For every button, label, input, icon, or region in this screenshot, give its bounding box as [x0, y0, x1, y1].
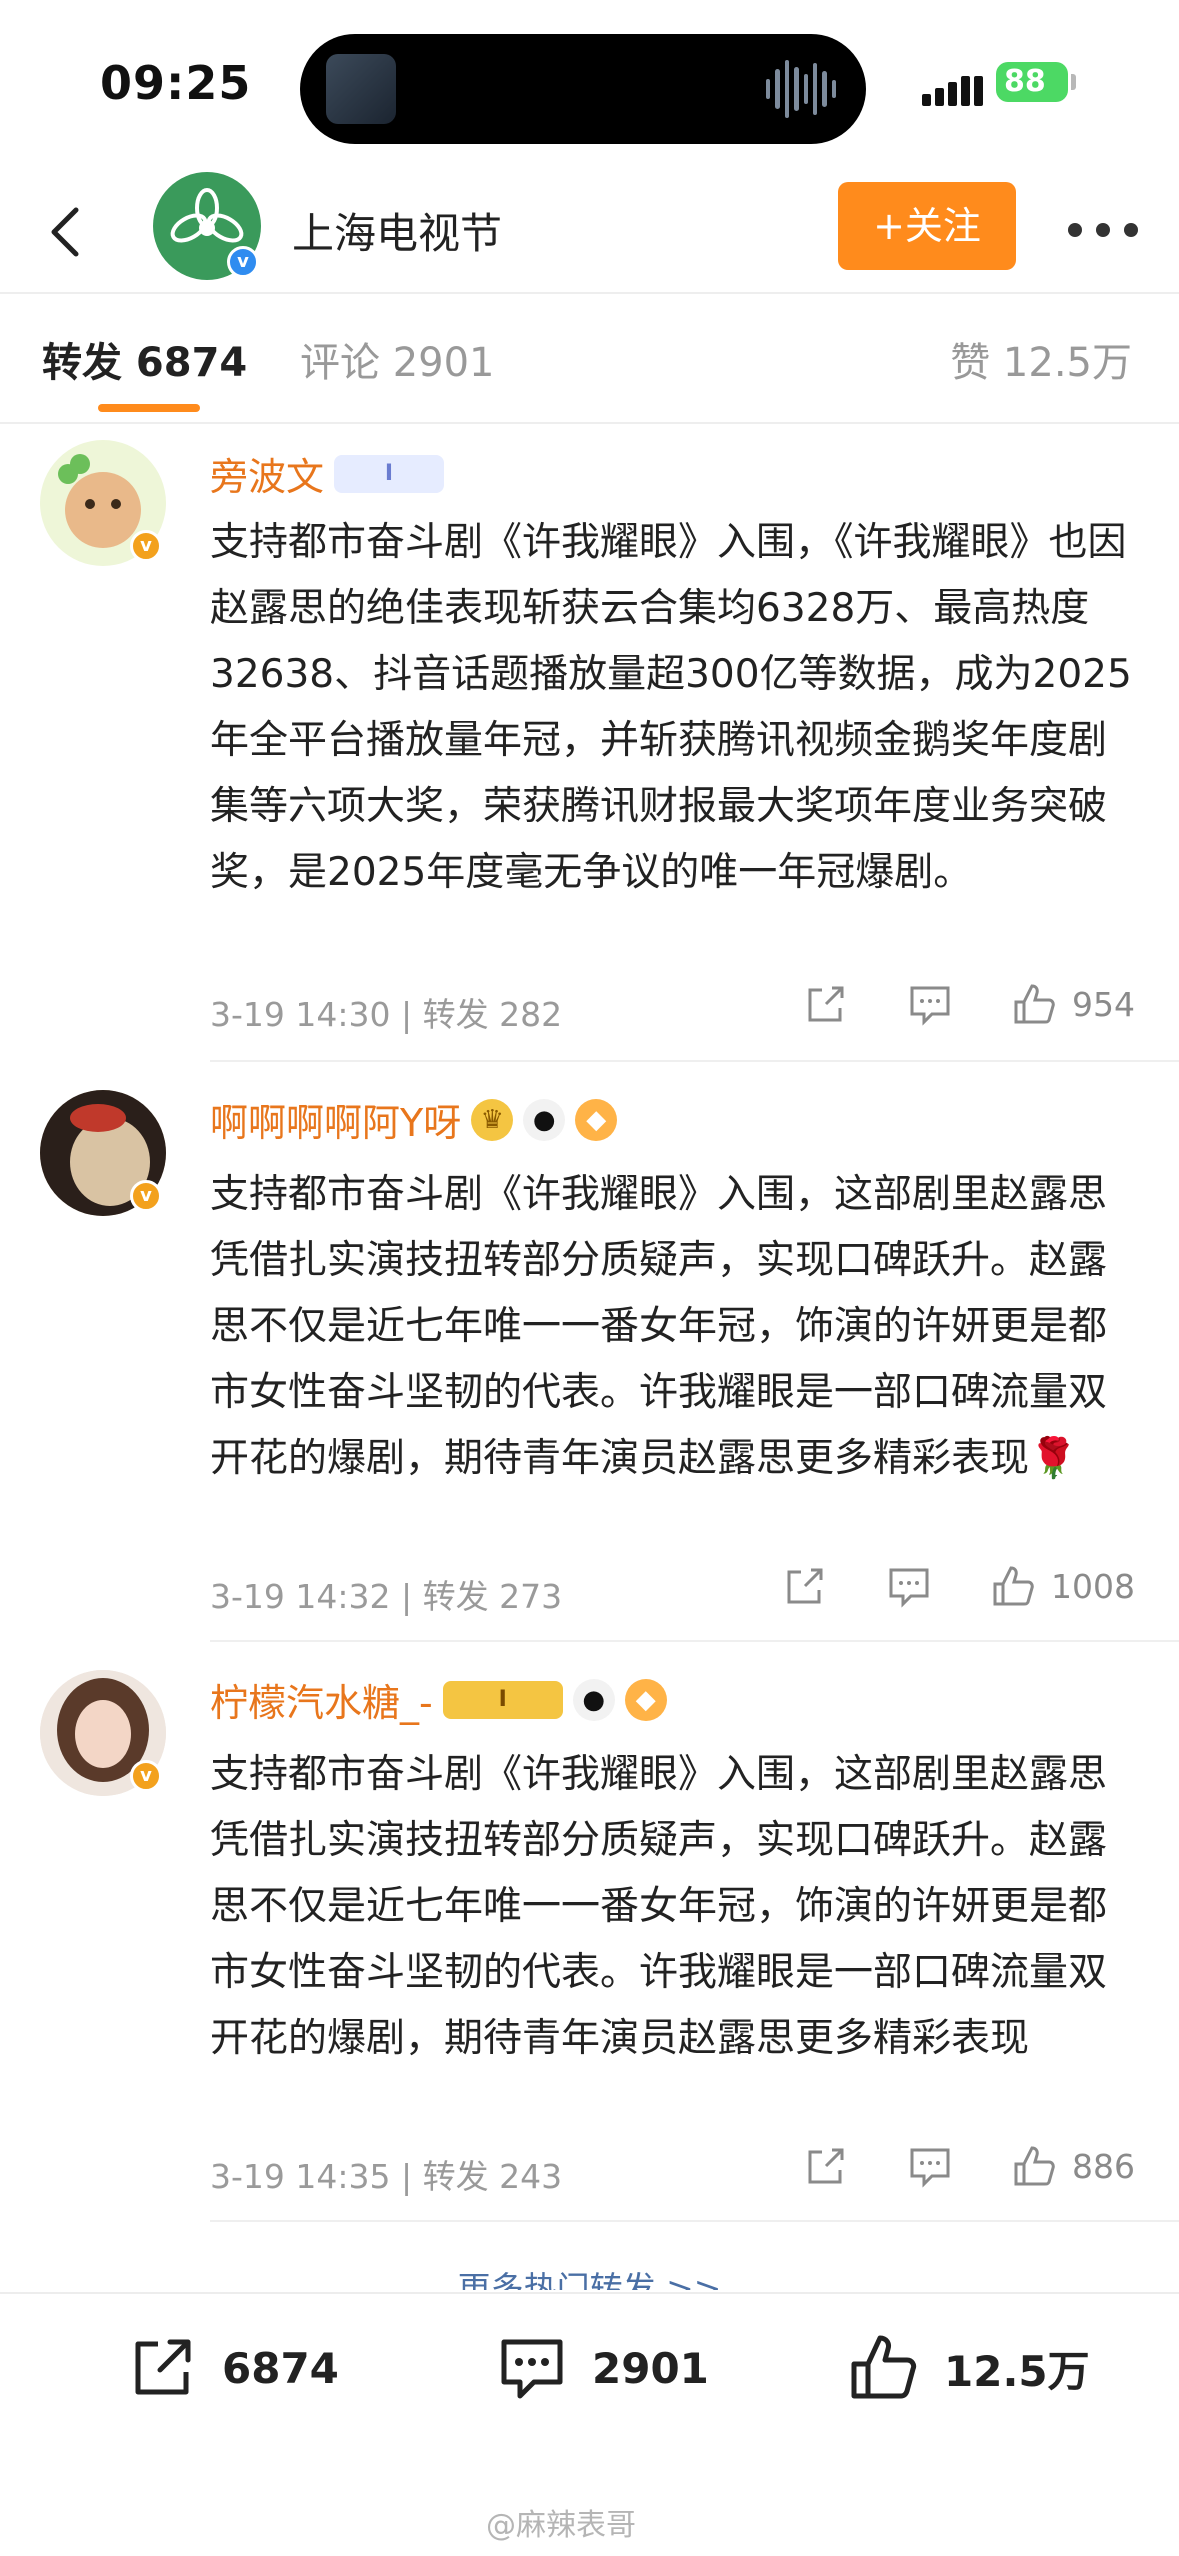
- status-bar: 09:25 88: [0, 0, 1179, 170]
- like-icon[interactable]: [1010, 2142, 1058, 2190]
- post-actions: 886: [746, 2142, 1135, 2190]
- author-row: 啊啊啊啊阿Y呀 ♛ ● ◆: [210, 1092, 618, 1147]
- post-time: 3-19 14:30: [210, 995, 391, 1034]
- share-icon[interactable]: [781, 1562, 829, 1610]
- post-meta: 3-19 14:32 | 转发 273: [210, 1570, 562, 1618]
- meta-separator: |: [401, 1577, 423, 1616]
- post-meta: 3-19 14:35 | 转发 243: [210, 2150, 562, 2198]
- comment-icon[interactable]: [906, 2142, 954, 2190]
- panda-badge-icon: ●: [572, 1678, 615, 1721]
- post-divider: [210, 1640, 1179, 1642]
- active-tab-indicator: [98, 404, 200, 412]
- verified-badge-icon: v: [227, 246, 259, 278]
- author-row: 旁波文 I: [210, 446, 445, 501]
- share-icon[interactable]: [802, 2142, 850, 2190]
- account-name[interactable]: 上海电视节: [292, 200, 502, 261]
- meta-separator: |: [401, 2157, 423, 2196]
- post-repost-count: 转发 273: [422, 1577, 563, 1616]
- more-reposts-link[interactable]: 更多热门转发 >>: [0, 2262, 1179, 2290]
- follow-button[interactable]: +关注: [838, 182, 1016, 270]
- engagement-tabs: 转发 6874 评论 2901 赞 12.5万: [0, 300, 1179, 420]
- like-icon: [851, 2335, 917, 2399]
- audio-waveform-icon: [766, 56, 836, 122]
- bottom-like-button[interactable]: 12.5万: [846, 2330, 1090, 2406]
- bottom-comment-count: 2901: [592, 2343, 709, 2393]
- author-row: 柠檬汽水糖_- I ● ◆: [210, 1672, 667, 1727]
- bottom-repost-count: 6874: [222, 2343, 339, 2393]
- status-time: 09:25: [100, 56, 252, 110]
- tab-likes[interactable]: 赞 12.5万: [950, 330, 1132, 388]
- like-icon[interactable]: [989, 1562, 1037, 1610]
- post-time: 3-19 14:35: [210, 2157, 391, 2196]
- post-divider: [210, 1060, 1179, 1062]
- post-author[interactable]: 柠檬汽水糖_-: [210, 1672, 433, 1727]
- more-options-icon[interactable]: [1068, 220, 1138, 240]
- post-meta: 3-19 14:30 | 转发 282: [210, 988, 562, 1036]
- watermark: @麻辣表哥: [486, 2508, 636, 2543]
- crown-level-badge: I: [442, 1680, 563, 1719]
- panda-badge-icon: ●: [523, 1098, 566, 1141]
- crown-badge-icon: ♛: [471, 1098, 514, 1141]
- meta-separator: |: [401, 995, 423, 1034]
- like-count: 886: [1072, 2146, 1135, 2186]
- tab-comments[interactable]: 评论 2901: [300, 330, 495, 388]
- post-actions: 1008: [725, 1562, 1135, 1610]
- like-count: 1008: [1051, 1566, 1135, 1606]
- like-count: 954: [1072, 984, 1135, 1024]
- bottom-repost-button[interactable]: 6874: [124, 2330, 339, 2406]
- post-text: 支持都市奋斗剧《许我耀眼》入围，《许我耀眼》也因赵露思的绝佳表现斩获云合集均63…: [210, 520, 1132, 895]
- post-divider: [210, 2220, 1179, 2222]
- page-header: v 上海电视节 +关注: [0, 170, 1179, 290]
- member-level-badge: I: [334, 454, 445, 493]
- verified-badge-icon: v: [130, 1180, 162, 1212]
- like-icon[interactable]: [1010, 980, 1058, 1028]
- post-author[interactable]: 旁波文: [210, 446, 324, 501]
- fish-badge-icon: ◆: [575, 1098, 618, 1141]
- cellular-signal-icon: [922, 66, 983, 106]
- post-repost-count: 转发 243: [422, 2157, 563, 2196]
- post-text: 支持都市奋斗剧《许我耀眼》入围，这部剧里赵露思凭借扎实演技扭转部分质疑声，实现口…: [210, 1752, 1108, 2061]
- dynamic-island[interactable]: [300, 34, 866, 144]
- now-playing-thumbnail: [326, 54, 396, 124]
- post-author[interactable]: 啊啊啊啊阿Y呀: [210, 1092, 461, 1147]
- share-icon[interactable]: [802, 980, 850, 1028]
- post-repost-count: 转发 282: [422, 995, 563, 1034]
- bottom-like-count: 12.5万: [944, 2346, 1090, 2396]
- header-divider: [0, 292, 1179, 294]
- fish-badge-icon: ◆: [624, 1678, 667, 1721]
- post-actions: 954: [746, 980, 1135, 1028]
- comment-icon[interactable]: [906, 980, 954, 1028]
- tab-repost[interactable]: 转发 6874: [42, 330, 247, 388]
- verified-badge-icon: v: [130, 530, 162, 562]
- battery-level: 88: [1004, 64, 1046, 99]
- repost-icon: [135, 2339, 191, 2395]
- account-avatar[interactable]: v: [153, 172, 261, 280]
- back-arrow-icon[interactable]: [40, 202, 100, 262]
- battery-tip: [1071, 74, 1076, 90]
- comment-icon[interactable]: [885, 1562, 933, 1610]
- tabs-divider: [0, 422, 1179, 424]
- comment-icon: [501, 2339, 563, 2399]
- bottom-comment-button[interactable]: 2901: [494, 2330, 709, 2406]
- post-time: 3-19 14:32: [210, 1577, 391, 1616]
- verified-badge-icon: v: [130, 1760, 162, 1792]
- battery-icon: 88: [996, 62, 1068, 102]
- post-text: 支持都市奋斗剧《许我耀眼》入围，这部剧里赵露思凭借扎实演技扭转部分质疑声，实现口…: [210, 1172, 1108, 1481]
